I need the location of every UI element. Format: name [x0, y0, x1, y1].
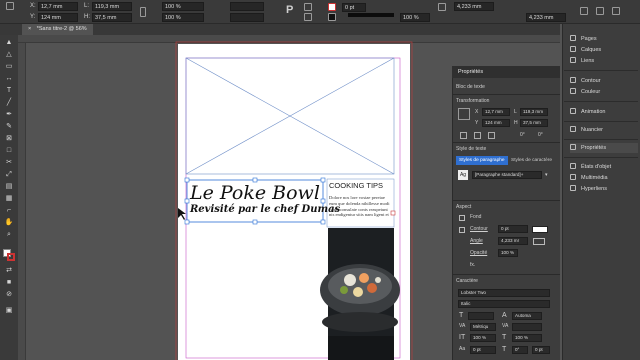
prop-w-label: L — [514, 109, 517, 115]
cooking-tips-body[interactable]: Dolore nos lore vostae pereiae eum que d… — [329, 195, 391, 218]
extra-field[interactable]: 0 pt — [532, 346, 550, 354]
dock-item-media[interactable]: Multimédia — [570, 173, 638, 183]
horizontal-scale-field[interactable]: 100 % — [512, 334, 542, 342]
empty-picture-frame[interactable] — [185, 57, 395, 175]
opacity-label[interactable]: Opacité — [470, 250, 487, 257]
corner-label[interactable]: Angle — [470, 238, 483, 245]
cooking-tips-title[interactable]: COOKING TIPS — [329, 181, 383, 190]
animation-icon — [570, 108, 576, 114]
skew-field[interactable]: 0° — [512, 346, 528, 354]
prop-x-label: X — [475, 109, 479, 115]
text-frame-label: Bloc de texte — [456, 84, 485, 90]
stroke-icon — [570, 77, 576, 83]
opacity-field[interactable]: 100 % — [498, 249, 518, 257]
overset-text-icon[interactable] — [390, 210, 396, 216]
properties-icon — [570, 144, 576, 150]
rotation-value[interactable]: 0° — [520, 132, 525, 139]
dock-item-object-states[interactable]: États d'objet — [570, 162, 638, 172]
tracking-field[interactable] — [512, 323, 542, 331]
text-style-heading: Style de texte — [456, 146, 487, 152]
font-size-field[interactable] — [468, 312, 494, 320]
prop-y-label: Y — [475, 120, 479, 126]
flip-vertical-icon[interactable] — [488, 132, 495, 139]
headline-text[interactable]: Le Poke Bowl — [190, 182, 324, 204]
baseline-shift-icon: Aa — [459, 346, 466, 352]
paragraph-style-dropdown[interactable]: [Paragraphe standard]+ — [472, 171, 542, 179]
stroke-weight-field[interactable]: 0 pt — [498, 225, 528, 233]
corner-shape-icon[interactable] — [533, 238, 545, 245]
transform-heading: Transformation — [456, 98, 490, 104]
paragraph-style-icon: Ag — [458, 170, 468, 180]
dock-item-links[interactable]: Liens — [570, 56, 638, 66]
dock-item-swatches[interactable]: Nuancier — [570, 125, 638, 135]
appearance-heading: Aspect — [456, 204, 472, 210]
stroke-style-icon[interactable] — [532, 226, 548, 233]
properties-panel-header[interactable]: Propriétés — [452, 66, 560, 78]
chevron-down-icon[interactable]: ▾ — [545, 172, 548, 179]
color-icon — [570, 88, 576, 94]
properties-panel-title: Propriétés — [458, 69, 484, 75]
dock-item-pages[interactable]: Pages — [570, 34, 638, 44]
font-family-dropdown[interactable]: Lobster Two — [458, 289, 550, 297]
horizontal-scale-icon: T — [502, 334, 507, 341]
tracking-icon: VA — [502, 323, 509, 329]
vertical-scale-field[interactable]: 100 % — [470, 334, 496, 342]
media-icon — [570, 174, 576, 180]
subheadline-text[interactable]: Revisité par le chef Dumas — [190, 204, 340, 215]
bowl-photo[interactable] — [320, 228, 400, 360]
skew-icon: T — [502, 346, 507, 353]
corner-field[interactable]: 4,233 mr — [498, 237, 528, 245]
fill-label: Fond — [470, 214, 482, 220]
prop-x-field[interactable]: 12,7 mm — [482, 108, 510, 116]
leading-field[interactable]: Automa — [512, 312, 542, 320]
paragraph-styles-tab[interactable]: Styles de paragraphe — [456, 156, 508, 165]
pages-icon — [570, 35, 576, 41]
dock-item-animation[interactable]: Animation — [570, 107, 638, 117]
kerning-icon: VA — [459, 323, 466, 329]
reference-point-icon[interactable] — [458, 108, 470, 120]
shear-value[interactable]: 0° — [538, 132, 543, 139]
dock-item-color[interactable]: Couleur — [570, 87, 638, 97]
flip-horizontal-icon[interactable] — [474, 132, 481, 139]
rotate-cw-icon[interactable] — [460, 132, 467, 139]
dock-item-layers[interactable]: Calques — [570, 45, 638, 55]
prop-h-field[interactable]: 37,5 mm — [520, 119, 548, 127]
baseline-shift-field[interactable]: 0 pt — [470, 346, 496, 354]
mouse-cursor-icon — [178, 208, 186, 220]
effects-label[interactable]: fx. — [470, 262, 475, 269]
links-icon — [570, 57, 576, 63]
dock-item-properties[interactable]: Propriétés — [570, 143, 638, 153]
kerning-field[interactable]: Métriqu — [470, 323, 496, 331]
font-style-dropdown[interactable]: Italic — [458, 300, 550, 308]
dock-item-hyperlinks[interactable]: Hyperliens — [570, 184, 638, 194]
vertical-scale-icon: IT — [459, 334, 466, 341]
hyperlinks-icon — [570, 185, 576, 191]
font-size-icon: T — [459, 312, 464, 319]
fill-swatch-icon[interactable] — [459, 215, 465, 221]
dock-item-stroke[interactable]: Contour — [570, 76, 638, 86]
character-heading: Caractère — [456, 278, 478, 284]
layers-icon — [570, 46, 576, 52]
prop-w-field[interactable]: 119,3 mm — [520, 108, 548, 116]
character-styles-tab[interactable]: Styles de caractère — [508, 156, 555, 165]
prop-h-label: H — [514, 120, 518, 126]
leading-icon: A — [502, 312, 507, 319]
object-states-icon — [570, 163, 576, 169]
stroke-swatch-icon[interactable] — [459, 227, 465, 233]
swatches-icon — [570, 126, 576, 132]
prop-y-field[interactable]: 124 mm — [482, 119, 510, 127]
stroke-label[interactable]: Contour — [470, 226, 488, 233]
